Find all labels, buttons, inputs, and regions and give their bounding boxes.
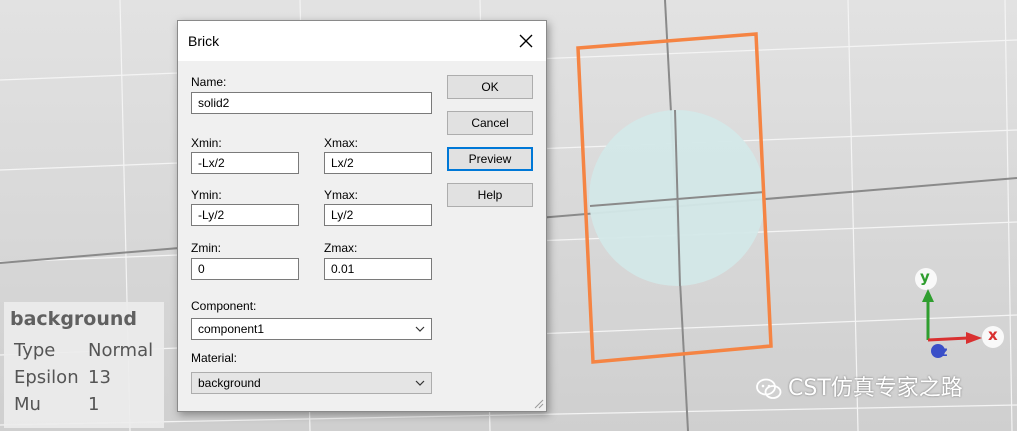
xmax-label: Xmax:: [324, 136, 359, 150]
preview-button[interactable]: Preview: [447, 147, 533, 171]
close-button[interactable]: [504, 21, 546, 61]
material-select-value: background: [198, 376, 261, 390]
material-info-panel: background Type Normal Epsilon 13 Mu 1: [4, 302, 164, 428]
ymin-label: Ymin:: [191, 188, 222, 202]
material-info-value: 1: [88, 394, 100, 415]
material-info-key: Epsilon: [14, 367, 79, 388]
name-label: Name:: [191, 75, 227, 89]
component-select-value: component1: [198, 322, 265, 336]
chevron-down-icon: [415, 326, 425, 332]
material-label: Material:: [191, 351, 238, 365]
axis-label-x: x: [988, 326, 998, 344]
watermark: CST仿真专家之路: [756, 370, 963, 402]
brick-dialog: Brick Name: solid2 Xmin: -Lx/2 Xmax: Lx/…: [177, 20, 547, 412]
zmin-field[interactable]: 0: [191, 258, 299, 280]
material-select[interactable]: background: [191, 372, 432, 394]
xmin-label: Xmin:: [191, 136, 222, 150]
zmax-label: Zmax:: [324, 241, 358, 255]
ymin-field[interactable]: -Ly/2: [191, 204, 299, 226]
zmax-field[interactable]: 0.01: [324, 258, 432, 280]
dialog-titlebar[interactable]: Brick: [178, 21, 546, 61]
ymax-field[interactable]: Ly/2: [324, 204, 432, 226]
material-info-value: Normal: [88, 340, 154, 361]
chevron-down-icon: [415, 380, 425, 386]
xmax-field[interactable]: Lx/2: [324, 152, 432, 174]
material-info-key: Type: [14, 340, 56, 361]
close-icon: [519, 34, 533, 48]
name-field[interactable]: solid2: [191, 92, 432, 114]
wechat-icon: [756, 378, 782, 399]
zmin-label: Zmin:: [191, 241, 221, 255]
xmin-field[interactable]: -Lx/2: [191, 152, 299, 174]
axis-label-y: y: [920, 268, 930, 286]
dialog-title: Brick: [188, 33, 220, 49]
help-button[interactable]: Help: [447, 183, 533, 207]
material-info-title: background: [10, 308, 137, 330]
axis-label-z: z: [940, 345, 948, 360]
ok-button[interactable]: OK: [447, 75, 533, 99]
ymax-label: Ymax:: [324, 188, 359, 202]
component-label: Component:: [191, 299, 257, 313]
watermark-text: CST仿真专家之路: [788, 376, 963, 401]
cancel-button[interactable]: Cancel: [447, 111, 533, 135]
material-info-value: 13: [88, 367, 111, 388]
resize-grip-icon[interactable]: [532, 397, 544, 409]
material-info-key: Mu: [14, 394, 41, 415]
component-select[interactable]: component1: [191, 318, 432, 340]
